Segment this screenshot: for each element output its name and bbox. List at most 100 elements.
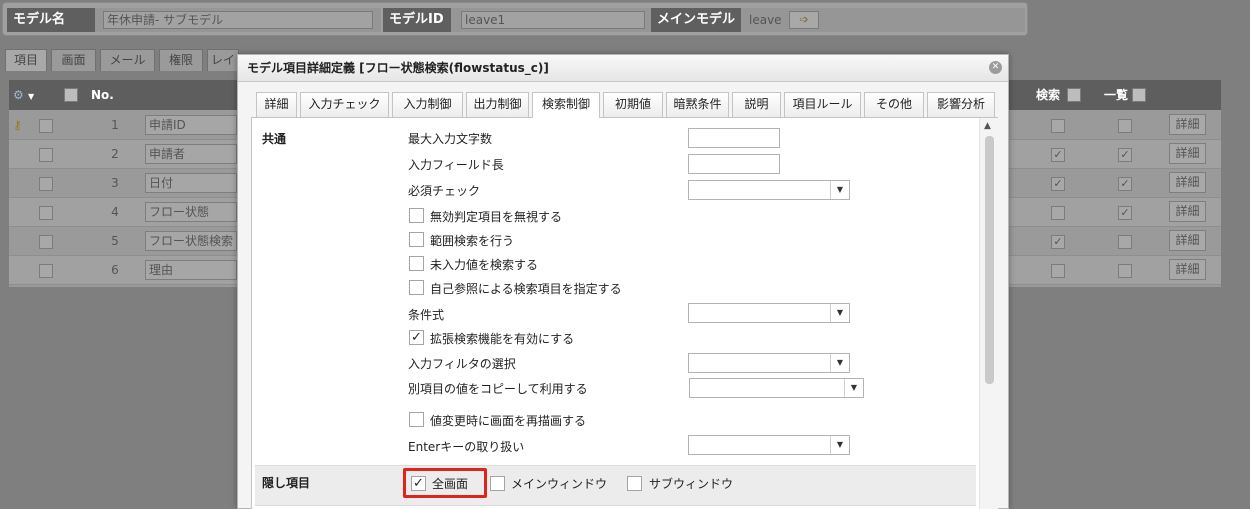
row-detail-button[interactable]: 詳細 (1169, 172, 1206, 193)
full-screen-checkbox[interactable]: ✓ (411, 476, 426, 491)
ignore-invalid-label: 無効判定項目を無視する (430, 210, 563, 224)
row-item-name[interactable]: 申請者 (145, 144, 237, 164)
row-item-name[interactable]: 理由 (145, 260, 237, 280)
row-select-checkbox[interactable] (39, 177, 53, 191)
row-select-checkbox[interactable] (39, 264, 53, 278)
dialog-tab[interactable]: 初期値 (603, 92, 663, 117)
range-search-label: 範囲検索を行う (430, 234, 515, 248)
bg-tab-screen[interactable]: 画面 (51, 49, 96, 71)
chevron-down-icon: ▼ (830, 354, 849, 372)
row-select-checkbox[interactable] (39, 119, 53, 133)
row-detail-button[interactable]: 詳細 (1169, 259, 1206, 280)
column-no: No. (91, 88, 114, 102)
dialog-tab[interactable]: 項目ルール (784, 92, 861, 117)
range-search-checkbox[interactable] (409, 232, 424, 247)
chevron-down-icon: ▼ (844, 379, 863, 397)
input-field-length-input[interactable] (688, 154, 780, 174)
row-search-checkbox[interactable] (1051, 206, 1065, 220)
common-section-label: 共通 (262, 132, 287, 146)
column-list: 一覧 (1104, 88, 1129, 102)
column-search: 検索 (1036, 88, 1061, 102)
list-all-checkbox[interactable] (1132, 88, 1146, 102)
extended-search-label: 拡張検索機能を有効にする (430, 332, 575, 346)
bg-tab-mail[interactable]: メール (100, 49, 155, 71)
dialog-tab[interactable]: その他 (864, 92, 924, 117)
enter-key-label: Enterキーの取り扱い (408, 440, 525, 454)
copy-other-label: 別項目の値をコピーして利用する (408, 382, 588, 396)
row-list-checkbox[interactable]: ✓ (1118, 177, 1132, 191)
main-model-link-button[interactable]: ➩ (789, 11, 819, 29)
row-search-checkbox[interactable]: ✓ (1051, 235, 1065, 249)
model-name-box: 年休申請- サブモデル (95, 8, 381, 32)
row-number: 2 (111, 147, 119, 161)
dialog-tab[interactable]: 出力制御 (466, 92, 529, 117)
main-window-checkbox[interactable] (490, 476, 505, 491)
model-name-input[interactable]: 年休申請- サブモデル (103, 11, 373, 29)
row-item-name[interactable]: フロー状態 (145, 202, 237, 222)
row-list-checkbox[interactable] (1118, 235, 1132, 249)
row-number: 3 (111, 176, 119, 190)
link-settings-icon: ⚙ (13, 88, 24, 102)
model-id-label: モデルID (383, 8, 451, 32)
row-list-checkbox[interactable] (1118, 264, 1132, 278)
row-select-checkbox[interactable] (39, 235, 53, 249)
bg-tab-permission[interactable]: 権限 (159, 49, 203, 71)
required-check-label: 必須チェック (408, 184, 481, 198)
dialog-tab[interactable]: 影響分析 (927, 92, 995, 117)
row-detail-button[interactable]: 詳細 (1169, 143, 1206, 164)
dialog-tab[interactable]: 入力制御 (392, 92, 463, 117)
row-list-checkbox[interactable]: ✓ (1118, 148, 1132, 162)
row-search-checkbox[interactable]: ✓ (1051, 177, 1065, 191)
condition-select[interactable]: ▼ (688, 303, 850, 323)
row-number: 1 (111, 118, 119, 132)
row-list-checkbox[interactable]: ✓ (1118, 206, 1132, 220)
model-id-input[interactable]: leave1 (461, 11, 645, 29)
row-detail-button[interactable]: 詳細 (1169, 230, 1206, 251)
row-select-checkbox[interactable] (39, 206, 53, 220)
self-reference-checkbox[interactable] (409, 280, 424, 295)
item-detail-dialog: モデル項目詳細定義 [フロー状態検索(flowstatus_c)] ✕ 詳細 入力… (237, 54, 1009, 509)
sub-window-checkbox[interactable] (627, 476, 642, 491)
redraw-on-change-label: 値変更時に画面を再描画する (430, 414, 587, 428)
panel-scrollbar[interactable]: ▲ (979, 118, 998, 509)
row-detail-button[interactable]: 詳細 (1169, 114, 1206, 135)
row-list-checkbox[interactable] (1118, 119, 1132, 133)
enter-key-select[interactable]: ▼ (688, 435, 850, 455)
full-screen-label: 全画面 (432, 477, 469, 491)
table-settings[interactable]: ⚙ ▼ (13, 80, 34, 110)
bg-tab-items[interactable]: 項目 (5, 49, 47, 71)
bg-tab-layout[interactable]: レイ (207, 49, 239, 71)
main-window-label: メインウィンドウ (511, 477, 608, 491)
dialog-tab[interactable]: 詳細 (256, 92, 297, 117)
redraw-on-change-checkbox[interactable] (409, 412, 424, 427)
dialog-tab[interactable]: 入力チェック (300, 92, 389, 117)
dialog-tab[interactable]: 検索制御 (532, 92, 600, 118)
scroll-up-icon[interactable]: ▲ (984, 121, 991, 131)
required-check-select[interactable]: ▼ (688, 180, 850, 200)
row-select-checkbox[interactable] (39, 148, 53, 162)
chevron-down-icon: ▼ (27, 92, 35, 101)
row-item-name[interactable]: 申請ID (145, 115, 237, 135)
max-input-chars-input[interactable] (688, 128, 780, 148)
dialog-tab[interactable]: 説明 (732, 92, 781, 117)
input-filter-label: 入力フィルタの選択 (408, 357, 516, 371)
search-empty-checkbox[interactable] (409, 256, 424, 271)
input-filter-select[interactable]: ▼ (688, 353, 850, 373)
dialog-tab[interactable]: 暗黙条件 (666, 92, 729, 117)
extended-search-checkbox[interactable]: ✓ (409, 330, 424, 345)
row-search-checkbox[interactable] (1051, 264, 1065, 278)
scroll-thumb[interactable] (985, 136, 994, 384)
ignore-invalid-checkbox[interactable] (409, 208, 424, 223)
row-search-checkbox[interactable]: ✓ (1051, 148, 1065, 162)
sub-window-label: サブウィンドウ (649, 477, 734, 491)
close-icon[interactable]: ✕ (989, 61, 1002, 74)
search-all-checkbox[interactable] (1067, 88, 1081, 102)
copy-other-select[interactable]: ▼ (689, 378, 864, 398)
dialog-title: モデル項目詳細定義 [フロー状態検索(flowstatus_c)] (238, 55, 1008, 82)
row-search-checkbox[interactable] (1051, 119, 1065, 133)
row-item-name[interactable]: フロー状態検索 (145, 231, 237, 251)
row-item-name[interactable]: 日付 (145, 173, 237, 193)
row-detail-button[interactable]: 詳細 (1169, 201, 1206, 222)
select-all-checkbox[interactable] (64, 88, 78, 102)
model-name-label: モデル名 (7, 8, 95, 32)
